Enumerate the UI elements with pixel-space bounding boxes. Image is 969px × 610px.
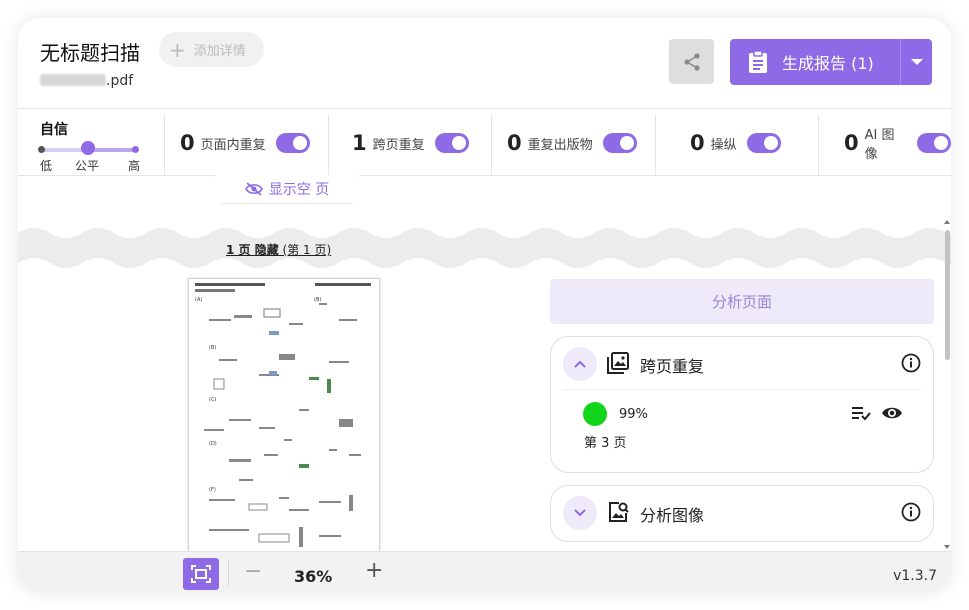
document-figure-image: (A) (B) (B) (C) (D) (F) <box>195 283 371 547</box>
section-divider <box>563 389 921 390</box>
show-empty-label: 显示空 页 <box>268 182 330 198</box>
scrollbar-thumb[interactable] <box>945 230 950 360</box>
filter-count: 1 <box>352 131 367 155</box>
slider-label-low: 低 <box>40 159 53 173</box>
svg-text:(C): (C) <box>209 397 216 403</box>
fit-screen-icon <box>191 565 211 583</box>
eye-icon[interactable] <box>881 405 903 421</box>
caret-down-icon <box>910 59 923 65</box>
match-result[interactable]: 99% <box>583 402 648 426</box>
image-search-icon <box>609 502 629 522</box>
toggle-cross-page-duplicates[interactable] <box>434 133 469 153</box>
scan-title[interactable]: 无标题扫描 <box>40 37 140 66</box>
show-empty-pages-tab[interactable]: 显示空 页 <box>214 175 360 204</box>
filter-in-page-duplicates: 0 页面内重复 <box>180 128 310 158</box>
scan-card: 无标题扫描 + 添加详情 .pdf 生成报告 (1) 自信 低 公平 高 0 页… <box>18 18 951 592</box>
svg-text:(B): (B) <box>314 297 321 303</box>
filter-label: 页面内重复 <box>200 137 266 153</box>
header-divider <box>18 108 951 109</box>
zoom-out-button[interactable]: − <box>244 559 262 584</box>
share-icon <box>683 52 700 71</box>
scroll-down-arrow[interactable] <box>944 545 950 549</box>
file-name: .pdf <box>40 73 133 89</box>
report-label: 生成报告 (1) <box>782 54 874 73</box>
match-status-dot <box>583 402 607 426</box>
filter-separator <box>328 115 329 175</box>
toggle-duplicate-publications[interactable] <box>602 133 637 153</box>
filter-label: 操纵 <box>710 137 737 153</box>
filter-label: 重复出版物 <box>527 137 593 153</box>
filter-count: 0 <box>844 131 859 155</box>
slider-label-high: 高 <box>128 159 141 173</box>
confidence-label: 自信 <box>40 122 68 138</box>
hidden-page-ref: (第 1 页) <box>278 243 332 257</box>
filter-cross-page-duplicates: 1 跨页重复 <box>352 128 469 158</box>
zoom-in-button[interactable]: + <box>365 558 383 583</box>
toggle-manipulation[interactable] <box>746 133 781 153</box>
filter-count: 0 <box>180 131 195 155</box>
filter-separator <box>164 115 165 175</box>
toggle-in-page-duplicates[interactable] <box>275 133 310 153</box>
section-title: 跨页重复 <box>640 357 705 376</box>
filter-count: 0 <box>690 131 705 155</box>
collapse-section-button[interactable] <box>563 347 597 381</box>
eye-off-icon <box>244 182 263 196</box>
zoom-level: 36% <box>294 567 333 586</box>
match-percent: 99% <box>619 406 648 422</box>
filter-separator <box>655 115 656 175</box>
fit-to-screen-button[interactable] <box>183 558 219 590</box>
hidden-count: 1 页 隐藏 <box>226 243 279 257</box>
cross-page-duplicates-section: 跨页重复 99% 第 3 页 <box>550 336 934 473</box>
scroll-up-arrow[interactable] <box>944 220 950 224</box>
add-details-label: 添加详情 <box>193 44 246 59</box>
hidden-pages-link[interactable]: 1 页 隐藏 (第 1 页) <box>226 241 331 258</box>
slider-stop-low <box>38 146 45 153</box>
info-icon[interactable] <box>901 353 921 373</box>
analyze-image-section: 分析图像 <box>550 485 934 542</box>
list-check-icon[interactable] <box>851 405 871 421</box>
filter-label: 跨页重复 <box>372 137 425 153</box>
svg-text:(A): (A) <box>195 297 202 303</box>
svg-text:(B): (B) <box>209 345 216 351</box>
analyze-page-button[interactable]: 分析页面 <box>550 279 934 324</box>
filter-label: AI 图像 <box>864 128 895 162</box>
svg-text:(D): (D) <box>209 441 217 447</box>
version-label: v1.3.7 <box>893 568 937 584</box>
filter-bar-divider <box>18 175 951 176</box>
hidden-pages-wave <box>18 228 951 268</box>
generate-report-button[interactable]: 生成报告 (1) <box>730 39 900 85</box>
expand-section-button[interactable] <box>563 496 597 530</box>
image-stack-icon <box>607 352 629 374</box>
report-dropdown-button[interactable] <box>900 39 932 85</box>
toggle-ai-images[interactable] <box>917 133 951 153</box>
file-extension: .pdf <box>106 73 134 89</box>
clipboard-icon <box>749 50 767 73</box>
chevron-down-icon <box>574 509 586 517</box>
filter-count: 0 <box>507 131 522 155</box>
filter-duplicate-publications: 0 重复出版物 <box>507 128 637 158</box>
section-title: 分析图像 <box>640 506 705 525</box>
confidence-slider-handle[interactable] <box>81 141 95 155</box>
svg-text:(F): (F) <box>209 487 216 493</box>
filter-ai-images: 0 AI 图像 <box>844 128 951 162</box>
toolbar-separator <box>228 560 229 586</box>
zoom-toolbar: − 36% + v1.3.7 <box>18 551 951 592</box>
slider-stop-high <box>132 146 139 153</box>
chevron-up-icon <box>574 360 586 368</box>
plus-icon: + <box>169 37 186 62</box>
filter-manipulation: 0 操纵 <box>690 128 781 158</box>
add-details-button[interactable]: + 添加详情 <box>159 32 264 67</box>
page-thumbnail[interactable]: (A) (B) (B) (C) (D) (F) <box>188 278 380 568</box>
blurred-filename <box>40 74 106 86</box>
share-button[interactable] <box>669 39 714 84</box>
slider-label-fair: 公平 <box>75 159 100 173</box>
filter-separator <box>818 115 819 175</box>
match-page-ref: 第 3 页 <box>584 436 627 451</box>
info-icon[interactable] <box>901 502 921 522</box>
filter-separator <box>491 115 492 175</box>
